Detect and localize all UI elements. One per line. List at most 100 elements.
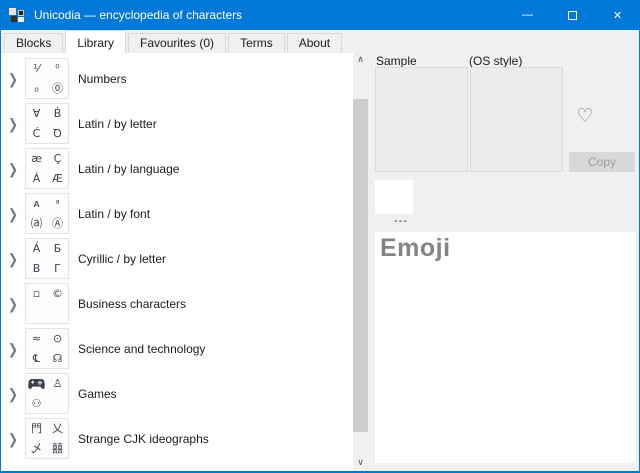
glyph: Ɐ (33, 108, 41, 119)
tree-item-label: Games (78, 387, 117, 401)
tab-about[interactable]: About (287, 33, 342, 53)
glyph: © (52, 288, 63, 299)
description-area: Emoji (375, 232, 636, 463)
category-glyphs-icon: Ɐ Ḃ Ć Ꝺ (25, 103, 69, 144)
glyph: Г (54, 263, 61, 274)
tab-library[interactable]: Library (65, 30, 126, 53)
glyph: 囍 (52, 443, 63, 454)
expand-chevron-icon[interactable]: ❯ (1, 205, 25, 222)
tree-item-label: Latin / by language (78, 162, 179, 176)
glyph: ≈ (32, 333, 41, 344)
glyph: Ꝺ (53, 128, 62, 139)
glyph: ᵃ (55, 198, 59, 209)
expand-chevron-icon[interactable]: ❯ (1, 70, 25, 87)
tree-item-label: Strange CJK ideographs (78, 432, 209, 446)
category-tree: ❯ ⅟ ⁰ ₀ ⓪ Numbers ❯ Ɐ Ḃ Ć Ꝺ Latin / by l… (1, 53, 353, 471)
tree-item-cyrillic-by-letter[interactable]: ❯ А́ Б В Г Cyrillic / by letter (1, 236, 353, 281)
glyph: ⒜ (31, 218, 42, 229)
detail-panel: Sample (OS style) ♡ Copy --- Emoji (368, 53, 639, 471)
glyph: 乂 (52, 423, 63, 434)
expand-chevron-icon[interactable]: ❯ (1, 430, 25, 447)
category-glyphs-icon: 門 乂 乄 囍 (25, 418, 69, 459)
tab-terms[interactable]: Terms (228, 33, 285, 53)
glyph: 門 (31, 423, 42, 434)
glyph: Æ (52, 173, 63, 184)
scrollbar-thumb[interactable] (353, 99, 368, 432)
tree-item-label: Latin / by letter (78, 117, 157, 131)
scroll-up-icon[interactable]: ∧ (353, 53, 368, 68)
category-glyphs-icon: А́ Б В Г (25, 238, 69, 279)
tree-item-label: Cyrillic / by letter (78, 252, 166, 266)
tree-item-games[interactable]: ❯ ♙ ⚇ (1, 371, 353, 416)
tree-item-latin-by-font[interactable]: ❯ ᴀ ᵃ ⒜ Ⓐ Latin / by font (1, 191, 353, 236)
glyph: ⅟ (33, 63, 39, 74)
glyph: В (33, 263, 41, 274)
tree-scrollbar: ∧ ∨ (353, 53, 368, 471)
favourite-heart-icon[interactable]: ♡ (572, 103, 598, 129)
tree-item-science-technology[interactable]: ❯ ≈ ⊙ ℄ ☊ Science and technology (1, 326, 353, 371)
tree-item-label: Latin / by font (78, 207, 150, 221)
expand-chevron-icon[interactable]: ❯ (1, 340, 25, 357)
glyph: Ć (33, 128, 41, 139)
section-separator: --- (394, 215, 408, 227)
app-window: Unicodia — encyclopedia of characters — … (0, 0, 640, 473)
gamepad-icon (28, 378, 45, 390)
category-glyphs-icon: ▫ © (25, 283, 69, 324)
os-style-label: (OS style) (469, 54, 522, 68)
glyph: Á (33, 173, 41, 184)
os-style-preview-box (470, 67, 563, 172)
tree-item-business-characters[interactable]: ❯ ▫ © Business characters (1, 281, 353, 326)
tree-item-label: Science and technology (78, 342, 205, 356)
tab-favourites[interactable]: Favourites (0) (128, 33, 226, 53)
tree-item-latin-by-letter[interactable]: ❯ Ɐ Ḃ Ć Ꝺ Latin / by letter (1, 101, 353, 146)
glyph: Ḃ (54, 108, 62, 119)
tree-item-strange-cjk[interactable]: ❯ 門 乂 乄 囍 Strange CJK ideographs (1, 416, 353, 461)
tree-item-numbers[interactable]: ❯ ⅟ ⁰ ₀ ⓪ Numbers (1, 56, 353, 101)
sample-preview-box (375, 67, 468, 172)
category-glyphs-icon: æ Ç Á Æ (25, 148, 69, 189)
expand-chevron-icon[interactable]: ❯ (1, 250, 25, 267)
category-heading: Emoji (380, 234, 636, 263)
character-cell[interactable] (375, 180, 413, 214)
glyph: ℄ (33, 353, 40, 364)
scrollbar-track (353, 68, 368, 456)
glyph: Ç (54, 153, 62, 164)
glyph: ₀ (34, 83, 38, 94)
tree-item-label: Business characters (78, 297, 186, 311)
glyph: Б (54, 243, 62, 254)
expand-chevron-icon[interactable]: ❯ (1, 115, 25, 132)
glyph: æ (31, 153, 42, 164)
glyph: 乄 (31, 443, 42, 454)
app-logo-icon (9, 7, 25, 23)
minimize-button[interactable]: — (505, 0, 550, 30)
expand-chevron-icon[interactable]: ❯ (1, 385, 25, 402)
scroll-down-icon[interactable]: ∨ (353, 456, 368, 471)
glyph: ᴀ (33, 198, 40, 209)
window-title: Unicodia — encyclopedia of characters (34, 8, 242, 22)
glyph: ⁰ (55, 63, 59, 74)
glyph: ⚇ (32, 398, 42, 409)
tree-item-label: Numbers (78, 72, 127, 86)
glyph: ⊙ (53, 333, 62, 344)
glyph: ▫ (33, 288, 40, 299)
maximize-button[interactable] (550, 0, 595, 30)
glyph: ♙ (53, 378, 63, 389)
close-button[interactable]: ✕ (595, 0, 640, 30)
tab-bar: Blocks Library Favourites (0) Terms Abou… (1, 30, 639, 53)
glyph: ⓪ (52, 83, 63, 94)
sample-label: Sample (376, 54, 417, 68)
maximize-icon (568, 11, 577, 20)
category-glyphs-icon: ⅟ ⁰ ₀ ⓪ (25, 58, 69, 99)
category-glyphs-icon: ≈ ⊙ ℄ ☊ (25, 328, 69, 369)
expand-chevron-icon[interactable]: ❯ (1, 295, 25, 312)
window-controls: — ✕ (505, 0, 640, 30)
category-glyphs-icon: ᴀ ᵃ ⒜ Ⓐ (25, 193, 69, 234)
category-glyphs-icon: ♙ ⚇ (25, 373, 69, 414)
tree-item-latin-by-language[interactable]: ❯ æ Ç Á Æ Latin / by language (1, 146, 353, 191)
glyph: ☊ (53, 353, 63, 364)
expand-chevron-icon[interactable]: ❯ (1, 160, 25, 177)
copy-button[interactable]: Copy (569, 152, 635, 172)
tab-blocks[interactable]: Blocks (4, 33, 63, 53)
main-area: ❯ ⅟ ⁰ ₀ ⓪ Numbers ❯ Ɐ Ḃ Ć Ꝺ Latin / by l… (1, 53, 639, 471)
glyph: А́ (33, 243, 41, 254)
